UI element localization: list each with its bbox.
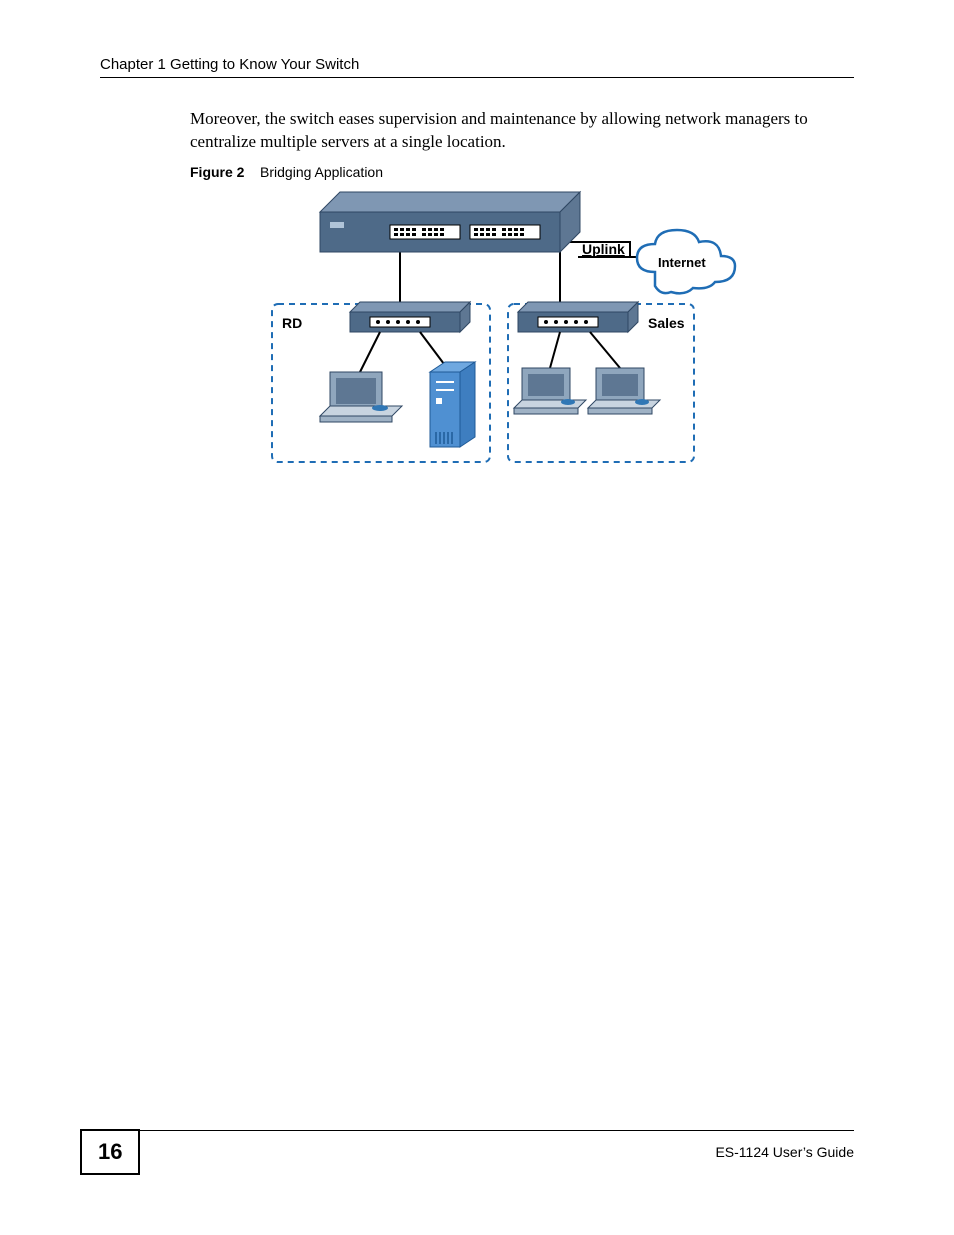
rd-group: RD: [272, 302, 490, 462]
figure-title: Bridging Application: [260, 164, 383, 180]
sales-label: Sales: [648, 315, 685, 331]
figure-caption: Figure 2 Bridging Application: [190, 164, 383, 180]
internet-cloud-icon: Internet: [637, 230, 735, 293]
network-diagram: Uplink Internet RD: [260, 182, 740, 472]
page-number-text: 16: [98, 1139, 122, 1164]
main-switch-icon: [320, 192, 580, 252]
pc-icon: [514, 368, 586, 414]
pc-icon: [320, 372, 402, 422]
guide-title: ES-1124 User’s Guide: [715, 1144, 854, 1160]
paragraph-text: Moreover, the switch eases supervision a…: [190, 109, 808, 151]
sales-group: Sales: [508, 302, 694, 462]
body-paragraph: Moreover, the switch eases supervision a…: [190, 108, 850, 154]
uplink-label: Uplink: [582, 241, 625, 257]
running-header: Chapter 1 Getting to Know Your Switch: [100, 56, 854, 78]
page-root: Chapter 1 Getting to Know Your Switch Mo…: [0, 0, 954, 1235]
internet-label: Internet: [658, 255, 706, 270]
rd-label: RD: [282, 315, 302, 331]
footer: 16 ES-1124 User’s Guide: [80, 1129, 854, 1175]
chapter-title: Chapter 1 Getting to Know Your Switch: [100, 56, 359, 73]
page-number: 16: [80, 1129, 140, 1175]
server-icon: [430, 362, 475, 447]
figure-label: Figure 2: [190, 164, 244, 180]
pc-icon: [588, 368, 660, 414]
